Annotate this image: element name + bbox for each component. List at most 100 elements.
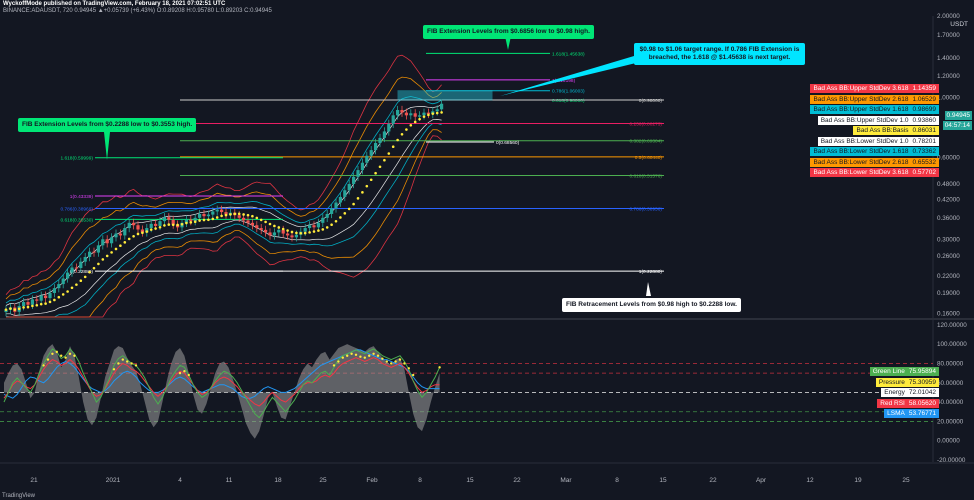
basis-dot [356, 197, 360, 200]
basis-dot [114, 247, 118, 251]
basis-dot [132, 234, 135, 238]
basis-dot [207, 218, 210, 222]
price-tick-label: 0.26000 [937, 253, 960, 260]
price-tick-label: 1.00000 [937, 95, 960, 102]
time-tick-label: 12 [806, 477, 814, 484]
time-tick-label: 25 [319, 477, 327, 484]
basis-dot [347, 207, 351, 211]
candle-body [237, 215, 241, 218]
candle-body [211, 211, 215, 215]
price-tick-label: 0.48000 [937, 181, 960, 188]
basis-dot [299, 231, 303, 235]
candle-body [347, 183, 351, 191]
fib-level-label: 1(0.43339) [70, 194, 94, 200]
basis-dot [400, 132, 404, 136]
basis-dot [61, 293, 65, 296]
basis-dot [251, 214, 254, 218]
basis-dot [110, 251, 113, 254]
bollinger-legend-row: Bad Ass BB:Upper StdDev 1.0 0.93860 [817, 115, 939, 125]
basis-dot [79, 279, 83, 283]
basis-dot [163, 224, 166, 227]
candle-body [259, 228, 263, 230]
basis-dot [83, 275, 87, 279]
bollinger-legend-row: Bad Ass BB:Lower StdDev 1.0 0.78201 [817, 136, 939, 146]
pressure-dot [183, 369, 186, 373]
basis-dot [57, 295, 61, 299]
basis-dot [171, 223, 175, 227]
candle-body [308, 225, 312, 229]
legend-value: 0.78201 [912, 137, 937, 145]
price-chart[interactable]: 2.00000 1.70000 1.40000 1.20000 1.00000 0.600… [0, 0, 974, 500]
basis-dot [321, 228, 325, 231]
candle-body [242, 217, 246, 221]
basis-dot [48, 300, 52, 304]
osc-tick-label: 120.00000 [937, 322, 967, 329]
basis-dot [303, 231, 307, 235]
legend-label: Bad Ass BB:Lower StdDev 1.0 [820, 137, 909, 145]
legend-value: 0.93860 [912, 116, 937, 124]
basis-dot [295, 231, 298, 235]
basis-dot [413, 120, 417, 124]
time-tick-label: Apr [756, 477, 767, 484]
candle-body [74, 267, 78, 269]
osc-legend-label: Energy [884, 389, 905, 396]
basis-dot [330, 223, 333, 227]
candle-body [391, 115, 395, 124]
price-tick-label: 0.16000 [937, 310, 960, 317]
fib-level-label: 0.618(0.98000) [552, 98, 585, 104]
basis-dot [141, 231, 144, 234]
pressure-dot [376, 354, 380, 357]
basis-dot [211, 217, 215, 221]
candle-body [136, 225, 140, 230]
candle-body [52, 288, 56, 294]
currency-label: USDT [950, 21, 968, 28]
candle-body [312, 225, 316, 228]
candle-body [264, 229, 268, 233]
pressure-dot [390, 362, 393, 365]
candle-body [167, 217, 171, 220]
fib-level-label: 0.5(0.60440) [635, 155, 663, 161]
basis-dot [233, 212, 237, 216]
candle-body [321, 217, 325, 223]
legend-label: Bad Ass BB:Upper StdDev 3.618 [813, 85, 909, 92]
oscillator-legend-row: Green Line 75.95894 [869, 367, 939, 376]
candle-body [96, 245, 100, 253]
basis-dot [17, 307, 21, 311]
basis-dot [215, 216, 219, 219]
callout-fib-retracement: FIB Retracement Levels from $0.98 high t… [562, 298, 741, 312]
candle-body [88, 251, 92, 258]
candle-body [413, 113, 417, 117]
fib-level-label: 0.618(0.51576) [629, 174, 662, 180]
fib-level-label: 0.236(0.80273) [629, 121, 662, 127]
candle-body [92, 251, 96, 253]
candle-body [83, 257, 87, 262]
time-tick-label: 15 [659, 477, 667, 484]
basis-dot [290, 230, 294, 234]
bollinger-legend-row: Bad Ass BB:Lower StdDev 1.618 0.73362 [810, 147, 939, 156]
pressure-dot [73, 354, 76, 357]
time-tick-label: 2021 [106, 477, 121, 484]
bollinger-legend-row: Bad Ass BB:Upper StdDev 2.618 1.06529 [810, 94, 939, 104]
osc-tick-label: 0.00000 [937, 438, 960, 445]
candle-body [202, 213, 206, 217]
fib-level-label: 0.786(1.06003) [552, 89, 585, 95]
pressure-dot [60, 354, 63, 357]
basis-dot [189, 221, 193, 224]
header-publisher: WyckoffMode published on TradingView.com… [3, 1, 226, 7]
candle-body [316, 222, 320, 228]
fib-level-label: 1(0.22880) [639, 269, 663, 275]
candle-body [409, 113, 413, 116]
pressure-dot [126, 360, 129, 363]
legend-label: Bad Ass BB:Upper StdDev 2.618 [813, 95, 909, 103]
candle-body [400, 109, 404, 113]
candle-body [215, 209, 219, 212]
pressure-dot [407, 367, 410, 370]
basis-dot [26, 305, 30, 309]
osc-tick-label: 80.00000 [937, 360, 964, 367]
time-tick-label: 19 [854, 477, 862, 484]
basis-dot [418, 117, 421, 121]
price-tick-label: 0.30000 [937, 236, 960, 243]
basis-dot [149, 228, 153, 231]
candle-body [110, 237, 114, 244]
basis-dot [105, 254, 109, 258]
